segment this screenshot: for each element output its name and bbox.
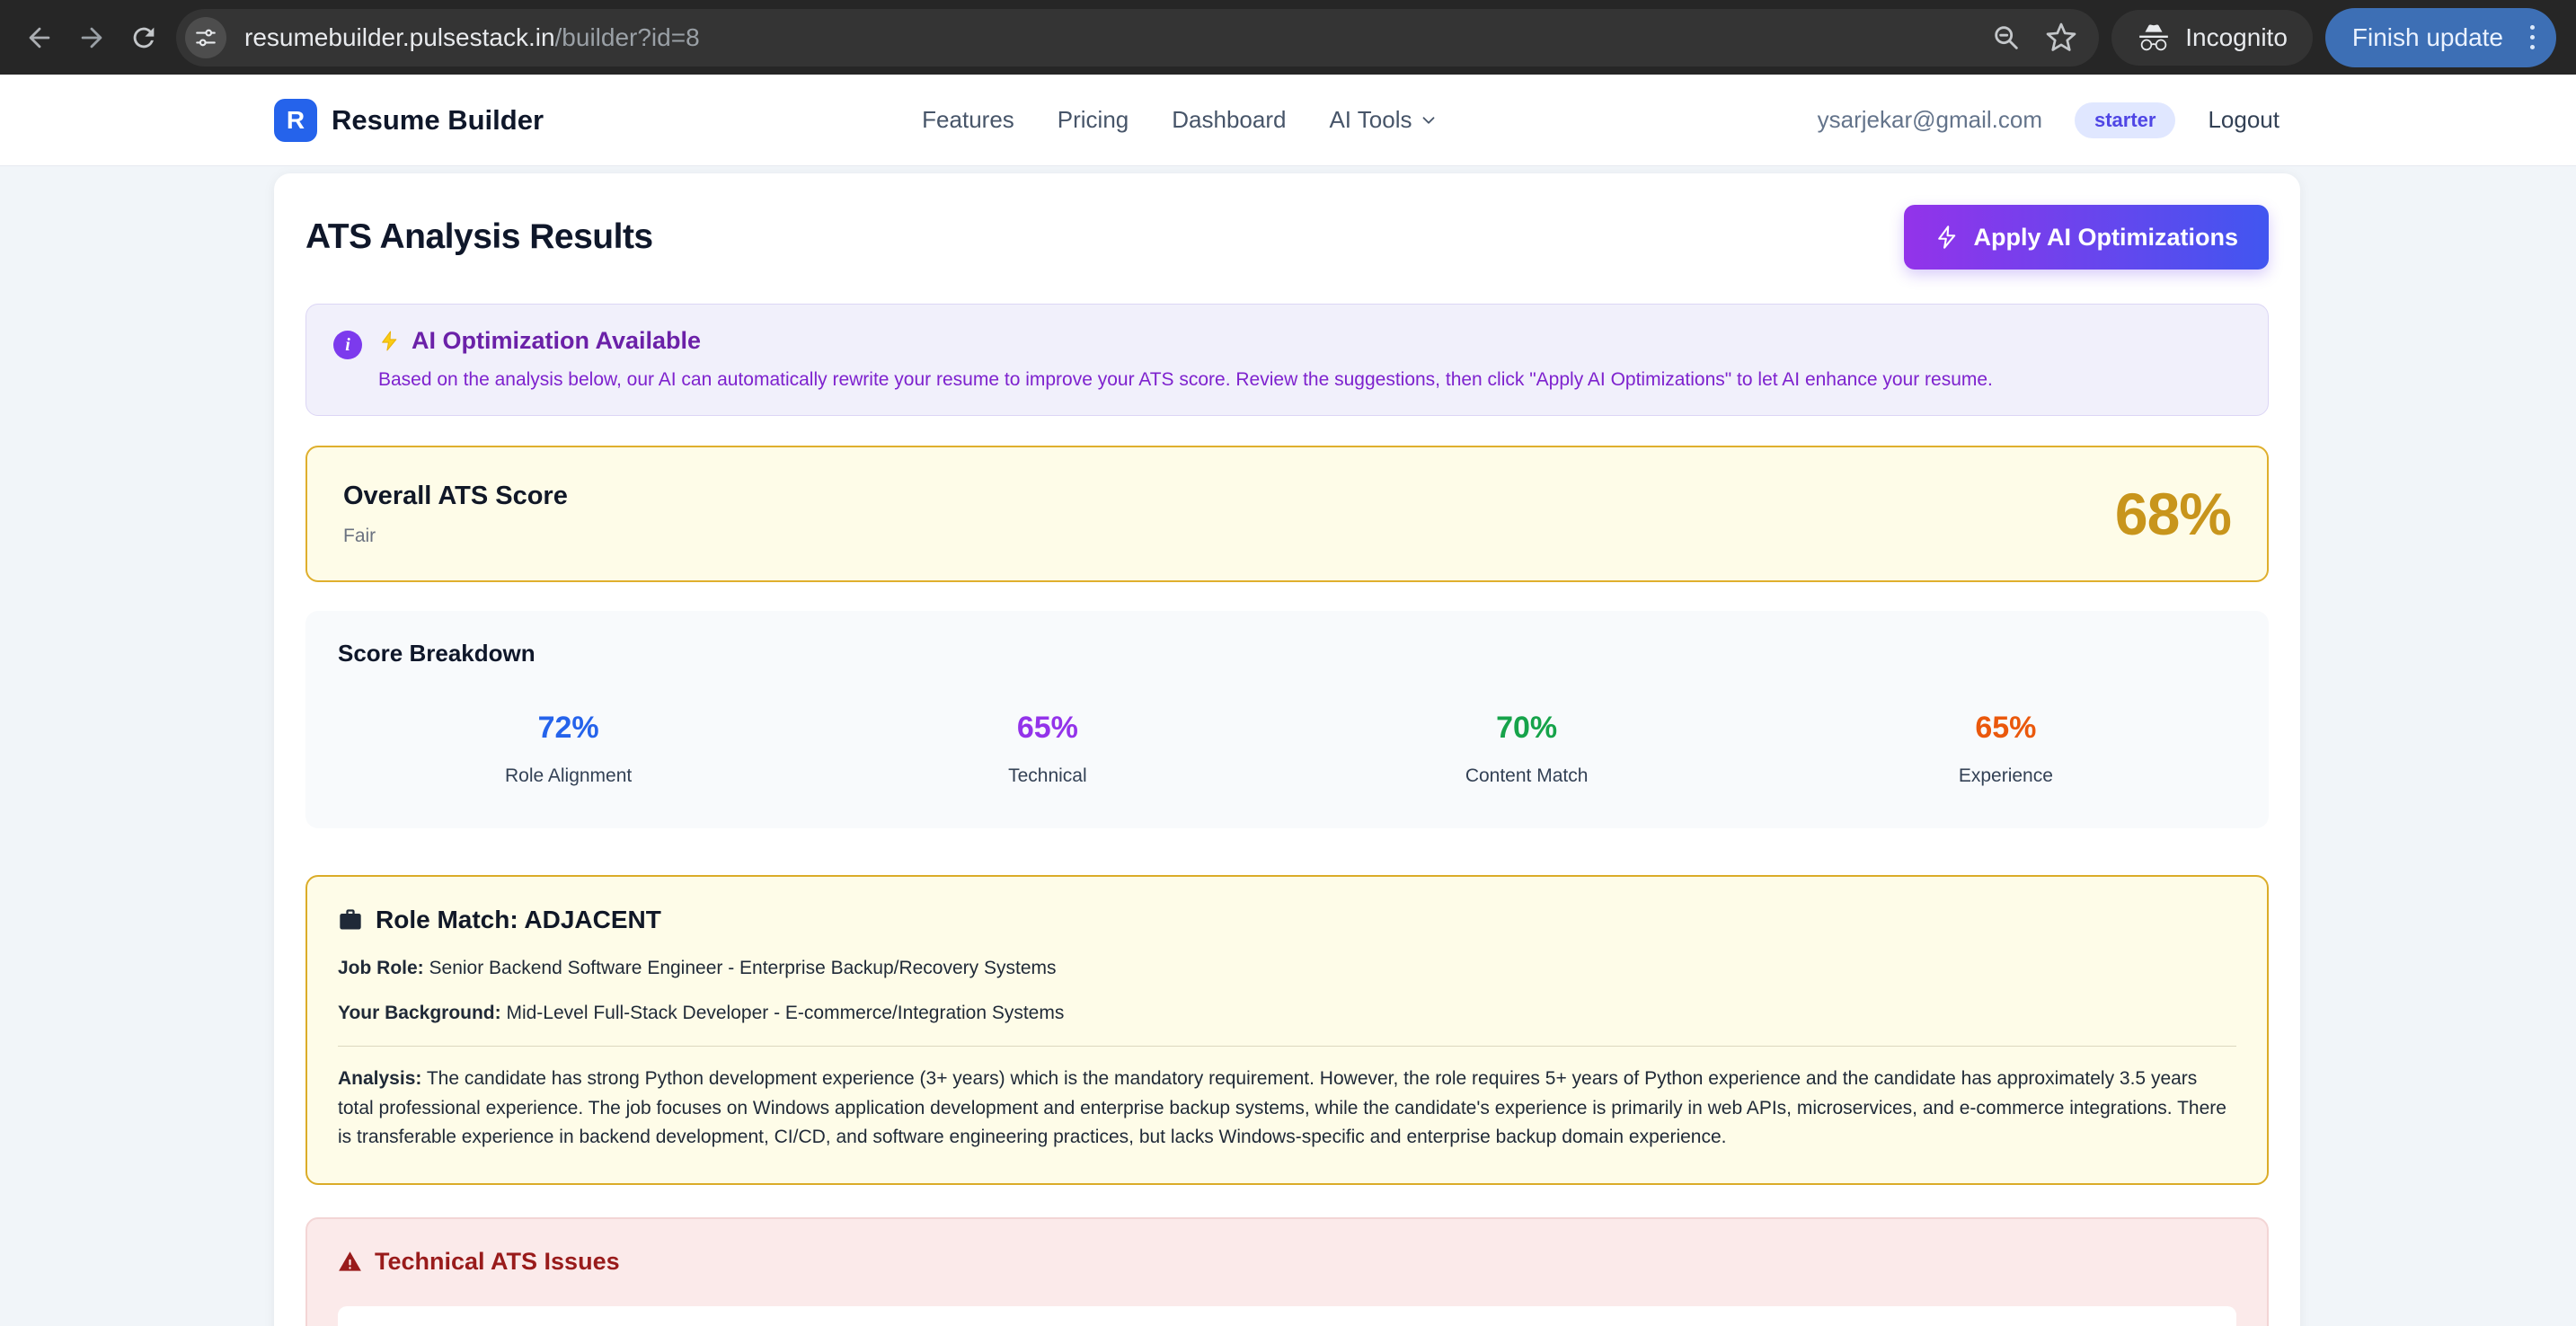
incognito-icon bbox=[2139, 23, 2169, 50]
technical-issues-card: Technical ATS Issues Name formatting iss… bbox=[305, 1217, 2269, 1326]
bookmark-star-icon[interactable] bbox=[2045, 22, 2077, 54]
bolt-icon bbox=[382, 331, 397, 351]
incognito-badge: Incognito bbox=[2111, 9, 2313, 66]
address-bar[interactable]: resumebuilder.pulsestack.in/builder?id=8 bbox=[176, 8, 2100, 66]
breakdown-item-experience: 65% Experience bbox=[1958, 711, 2053, 787]
browser-toolbar: resumebuilder.pulsestack.in/builder?id=8… bbox=[0, 0, 2576, 75]
overall-score-rating: Fair bbox=[343, 525, 376, 546]
brand-name: Resume Builder bbox=[332, 103, 544, 136]
ai-optimization-banner: i AI Optimization Available Based on the… bbox=[305, 304, 2269, 417]
issue-item: Name formatting issue - 'YashSarjekar' a… bbox=[338, 1306, 2236, 1326]
user-email: ysarjekar@gmail.com bbox=[1817, 106, 2042, 133]
analysis-text: Analysis: The candidate has strong Pytho… bbox=[338, 1068, 2226, 1148]
job-role-line: Job Role: Senior Backend Software Engine… bbox=[338, 958, 1057, 979]
nav-features[interactable]: Features bbox=[922, 106, 1014, 134]
tune-icon bbox=[196, 29, 216, 46]
briefcase-icon bbox=[340, 909, 361, 930]
divider bbox=[338, 1046, 2236, 1048]
url-text[interactable]: resumebuilder.pulsestack.in/builder?id=8 bbox=[244, 23, 1973, 52]
overall-score-value: 68% bbox=[2114, 481, 2232, 548]
brand[interactable]: R Resume Builder bbox=[274, 98, 544, 142]
breakdown-item-content-match: 70% Content Match bbox=[1465, 711, 1589, 787]
brand-logo: R bbox=[274, 98, 317, 142]
page-background: ATS Analysis Results Apply AI Optimizati… bbox=[0, 173, 2576, 1326]
account-area: ysarjekar@gmail.com starter Logout bbox=[1818, 102, 2279, 138]
background-line: Your Background: Mid-Level Full-Stack De… bbox=[338, 1003, 1065, 1024]
overall-score-title: Overall ATS Score bbox=[343, 481, 568, 510]
reload-button[interactable] bbox=[124, 18, 164, 57]
issues-title: Technical ATS Issues bbox=[375, 1248, 620, 1276]
zoom-icon[interactable] bbox=[1991, 22, 2022, 53]
reload-icon bbox=[133, 27, 155, 48]
nav-ai-tools[interactable]: AI Tools bbox=[1329, 106, 1438, 134]
logout-link[interactable]: Logout bbox=[2208, 106, 2279, 134]
role-match-title: Role Match: ADJACENT bbox=[376, 906, 661, 934]
main-nav: Features Pricing Dashboard AI Tools bbox=[922, 106, 1438, 134]
role-match-card: Role Match: ADJACENT Job Role: Senior Ba… bbox=[305, 875, 2269, 1186]
lightning-icon bbox=[1938, 225, 1956, 249]
forward-arrow-icon bbox=[81, 27, 102, 48]
info-icon: i bbox=[333, 331, 362, 359]
plan-badge: starter bbox=[2074, 102, 2176, 138]
browser-menu-icon[interactable] bbox=[2525, 20, 2540, 55]
score-breakdown-card: Score Breakdown 72% Role Alignment 65% T… bbox=[305, 611, 2269, 829]
banner-title: AI Optimization Available bbox=[412, 327, 702, 354]
nav-pricing[interactable]: Pricing bbox=[1058, 106, 1129, 134]
apply-ai-optimizations-button[interactable]: Apply AI Optimizations bbox=[1904, 205, 2269, 270]
site-settings-button[interactable] bbox=[185, 16, 226, 58]
incognito-label: Incognito bbox=[2185, 22, 2288, 51]
overall-score-card: Overall ATS Score Fair 68% bbox=[305, 446, 2269, 583]
finish-update-label: Finish update bbox=[2351, 22, 2503, 51]
back-button[interactable] bbox=[20, 18, 59, 57]
page-title: ATS Analysis Results bbox=[305, 217, 653, 256]
finish-update-button[interactable]: Finish update bbox=[2324, 7, 2556, 67]
forward-button[interactable] bbox=[72, 18, 111, 57]
back-arrow-icon bbox=[29, 27, 50, 48]
warning-icon bbox=[339, 1251, 361, 1271]
url-domain: resumebuilder.pulsestack.in bbox=[244, 22, 555, 51]
breakdown-item-role-alignment: 72% Role Alignment bbox=[505, 711, 633, 787]
breakdown-title: Score Breakdown bbox=[338, 640, 536, 667]
banner-body: Based on the analysis below, our AI can … bbox=[378, 369, 1993, 390]
breakdown-item-technical: 65% Technical bbox=[1008, 711, 1087, 787]
url-path: /builder?id=8 bbox=[554, 22, 700, 51]
chevron-down-icon bbox=[1423, 116, 1435, 124]
content-card: ATS Analysis Results Apply AI Optimizati… bbox=[274, 173, 2300, 1326]
app-header: R Resume Builder Features Pricing Dashbo… bbox=[0, 75, 2576, 166]
nav-dashboard[interactable]: Dashboard bbox=[1172, 106, 1286, 134]
